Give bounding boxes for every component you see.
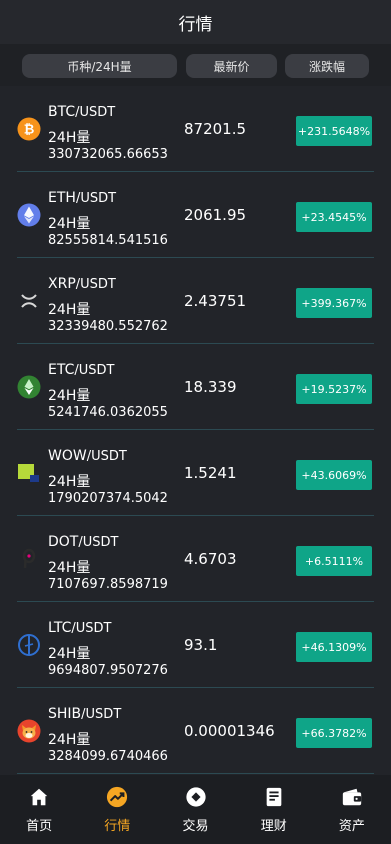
market-trend-icon (107, 786, 128, 808)
wallet-icon (342, 788, 362, 806)
market-row-dot[interactable]: DOT/USDT 24H量 7107697.8598719 4.6703 +6.… (17, 516, 374, 602)
volume-value: 32339480.552762 (48, 319, 168, 334)
pair-name: XRP/USDT (48, 276, 116, 292)
wow-icon (18, 464, 39, 482)
volume-label: 24H量 (48, 560, 91, 576)
ethereum-classic-icon (17, 375, 41, 399)
last-price: 87201.5 (184, 120, 247, 138)
pair-name: DOT/USDT (48, 534, 119, 550)
column-header-bar: 币种/24H量 最新价 涨跌幅 (0, 44, 391, 86)
market-list: ₿ BTC/USDT 24H量 330732065.66653 87201.5 … (0, 86, 391, 774)
tab-market[interactable]: 行情 (78, 775, 156, 844)
xrp-icon (21, 294, 37, 308)
pair-name: LTC/USDT (48, 620, 112, 636)
volume-label: 24H量 (48, 302, 91, 318)
market-row-ltc[interactable]: LTC/USDT 24H量 9694807.9507276 93.1 +46.1… (17, 602, 374, 688)
change-badge: +46.1309% (296, 632, 372, 662)
svg-text:₿: ₿ (24, 123, 35, 138)
volume-label: 24H量 (48, 130, 91, 146)
tab-trade[interactable]: 交易 (156, 775, 234, 844)
market-row-btc[interactable]: ₿ BTC/USDT 24H量 330732065.66653 87201.5 … (17, 86, 374, 172)
last-price: 4.6703 (184, 550, 237, 568)
app-header: 行情 (0, 0, 391, 44)
pair-name: ETH/USDT (48, 190, 117, 206)
trade-icon (185, 787, 206, 807)
change-badge: +23.4545% (296, 202, 372, 232)
volume-label: 24H量 (48, 646, 91, 662)
home-icon (30, 788, 48, 806)
bitcoin-icon: ₿ (17, 117, 41, 141)
change-badge: +43.6069% (296, 460, 372, 490)
volume-label: 24H量 (48, 732, 91, 748)
tab-wealth[interactable]: 理财 (235, 775, 313, 844)
tab-label: 交易 (182, 819, 209, 834)
sort-change-button[interactable]: 涨跌幅 (285, 54, 369, 78)
tab-assets[interactable]: 资产 (313, 775, 391, 844)
wealth-icon (266, 787, 282, 807)
market-row-eth[interactable]: ETH/USDT 24H量 82555814.541516 2061.95 +2… (17, 172, 374, 258)
last-price: 18.339 (184, 378, 237, 396)
tab-label: 理财 (260, 819, 287, 834)
volume-label: 24H量 (48, 216, 91, 232)
volume-value: 5241746.0362055 (48, 405, 168, 420)
tab-label: 行情 (104, 819, 131, 834)
sort-price-button[interactable]: 最新价 (186, 54, 277, 78)
volume-label: 24H量 (48, 388, 91, 404)
bottom-tab-bar: 首页 行情 交易 理财 资产 (0, 775, 391, 844)
polkadot-icon (22, 548, 36, 569)
volume-label: 24H量 (48, 474, 91, 490)
last-price: 1.5241 (184, 464, 237, 482)
last-price: 93.1 (184, 636, 218, 654)
market-row-xrp[interactable]: XRP/USDT 24H量 32339480.552762 2.43751 +3… (17, 258, 374, 344)
change-badge: +6.5111% (296, 546, 372, 576)
change-badge: +399.367% (296, 288, 372, 318)
tab-label: 首页 (26, 819, 53, 834)
volume-value: 82555814.541516 (48, 233, 168, 248)
shiba-inu-icon (17, 719, 41, 743)
change-badge: +231.5648% (296, 116, 372, 146)
pair-name: WOW/USDT (48, 448, 127, 464)
market-row-etc[interactable]: ETC/USDT 24H量 5241746.0362055 18.339 +19… (17, 344, 374, 430)
page-title: 行情 (178, 14, 213, 35)
litecoin-icon (18, 634, 40, 656)
volume-value: 330732065.66653 (48, 147, 168, 162)
market-row-shib[interactable]: SHIB/USDT 24H量 3284099.6740466 0.0000134… (17, 688, 374, 774)
volume-value: 7107697.8598719 (48, 577, 168, 592)
pair-name: ETC/USDT (48, 362, 115, 378)
volume-value: 3284099.6740466 (48, 749, 168, 764)
sort-pair-volume-button[interactable]: 币种/24H量 (22, 54, 177, 78)
last-price: 2.43751 (184, 292, 247, 310)
market-row-wow[interactable]: WOW/USDT 24H量 1790207374.5042 1.5241 +43… (17, 430, 374, 516)
volume-value: 9694807.9507276 (48, 663, 168, 678)
volume-value: 1790207374.5042 (48, 491, 168, 506)
tab-home[interactable]: 首页 (0, 775, 78, 844)
pair-name: BTC/USDT (48, 104, 116, 120)
last-price: 2061.95 (184, 206, 247, 224)
ethereum-icon (17, 203, 41, 227)
tab-label: 资产 (338, 819, 365, 834)
last-price: 0.00001346 (184, 722, 275, 740)
pair-name: SHIB/USDT (48, 706, 122, 722)
change-badge: +66.3782% (296, 718, 372, 748)
change-badge: +19.5237% (296, 374, 372, 404)
